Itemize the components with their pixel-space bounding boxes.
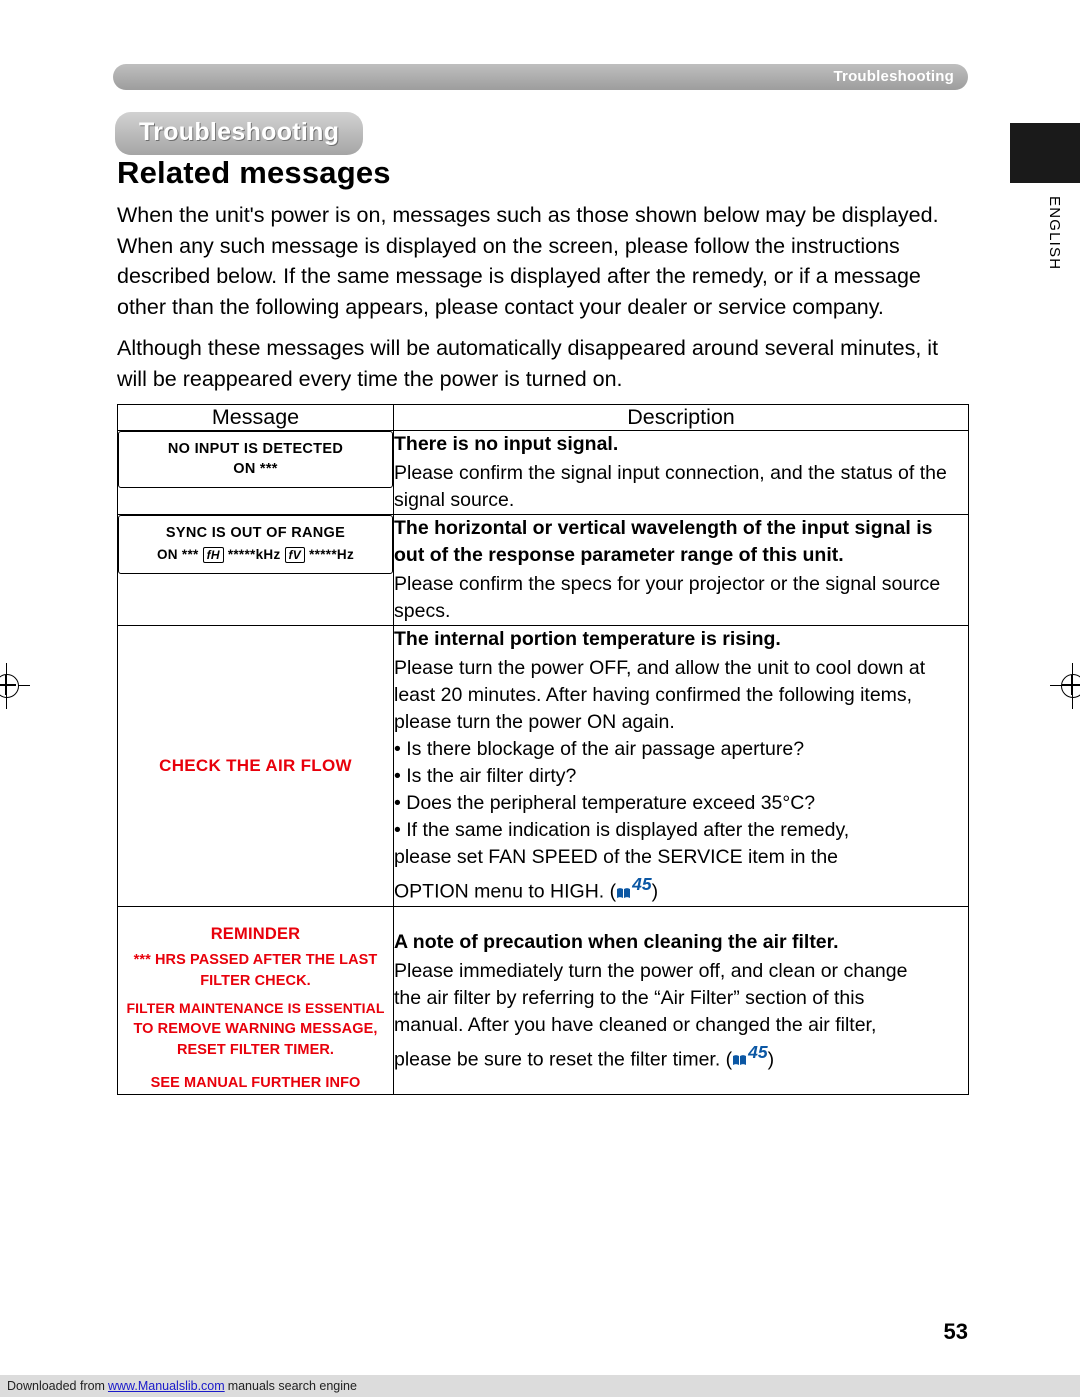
description-cell-sync-out-of-range: The horizontal or vertical wavelength of… bbox=[393, 514, 969, 626]
chapter-title: Troubleshooting bbox=[115, 112, 364, 155]
description-body-line-1: Please immediately turn the power off, a… bbox=[394, 959, 908, 982]
osd-reminder-line: FILTER CHECK. bbox=[200, 972, 311, 989]
description-cell-check-air-flow: The internal portion temperature is risi… bbox=[393, 625, 969, 907]
description-tail-2: OPTION menu to HIGH. ( 45) bbox=[394, 871, 968, 906]
osd-reminder-body: *** HRS PASSED AFTER THE LAST FILTER CHE… bbox=[118, 950, 393, 992]
book-icon bbox=[732, 1047, 747, 1065]
message-cell-check-air-flow: CHECK THE AIR FLOW bbox=[117, 625, 394, 907]
description-body-line-4: please be sure to reset the filter timer… bbox=[394, 1039, 968, 1074]
list-item: • Does the peripheral temperature exceed… bbox=[394, 792, 816, 814]
osd-v-value: *****Hz bbox=[309, 547, 354, 562]
fh-icon: fH bbox=[202, 547, 224, 563]
description-tail-text: OPTION menu to HIGH. ( bbox=[394, 880, 617, 903]
osd-reminder-body-2: FILTER MAINTENANCE IS ESSENTIAL TO REMOV… bbox=[118, 998, 393, 1061]
page-reference: 45 bbox=[616, 871, 652, 898]
osd-line-1: SYNC IS OUT OF RANGE bbox=[165, 525, 346, 541]
intro-paragraph-2: Although these messages will be automati… bbox=[117, 336, 939, 391]
osd-line-2: ON *** fH *****kHz fV *****Hz bbox=[123, 545, 388, 565]
description-cell-reminder: A note of precaution when cleaning the a… bbox=[393, 905, 969, 1095]
description-heading: There is no input signal. bbox=[394, 433, 619, 455]
osd-reminder-line: FILTER MAINTENANCE IS ESSENTIAL bbox=[126, 999, 385, 1016]
book-icon bbox=[616, 880, 631, 898]
description-body: Please confirm the specs for your projec… bbox=[394, 573, 941, 622]
page-title: Related messages bbox=[117, 155, 391, 190]
description-body-line-3: manual. After you have cleaned or change… bbox=[394, 1013, 877, 1036]
download-source-bar: Downloaded from www.Manualslib.com manua… bbox=[0, 1375, 1080, 1397]
message-cell-no-input: NO INPUT IS DETECTED ON *** bbox=[117, 430, 394, 515]
osd-message-box: NO INPUT IS DETECTED ON *** bbox=[118, 431, 393, 488]
running-head-bar: Troubleshooting bbox=[113, 64, 968, 90]
osd-reminder-footer: SEE MANUAL FURTHER INFO bbox=[118, 1073, 393, 1094]
crop-mark-left bbox=[0, 663, 30, 709]
osd-reminder-line: RESET FILTER TIMER. bbox=[176, 1041, 335, 1058]
column-header-message: Message bbox=[117, 404, 394, 431]
table-header-row: Message Description bbox=[117, 404, 969, 431]
description-bullet-list: • Is there blockage of the air passage a… bbox=[394, 736, 968, 844]
running-head-label: Troubleshooting bbox=[833, 68, 954, 85]
table-row: NO INPUT IS DETECTED ON *** There is no … bbox=[117, 430, 969, 515]
message-cell-sync-out-of-range: SYNC IS OUT OF RANGE ON *** fH *****kHz … bbox=[117, 514, 394, 626]
osd-on-prefix: ON *** bbox=[157, 547, 199, 562]
osd-reminder-line: *** HRS PASSED AFTER THE LAST bbox=[133, 951, 378, 968]
message-cell-reminder: REMINDER *** HRS PASSED AFTER THE LAST F… bbox=[117, 905, 394, 1095]
fv-icon: fV bbox=[284, 547, 306, 563]
description-body: Please turn the power OFF, and allow the… bbox=[394, 657, 926, 733]
messages-table: Message Description NO INPUT IS DETECTED… bbox=[117, 404, 969, 1095]
page-number: 53 bbox=[943, 1319, 968, 1344]
osd-h-value: *****kHz bbox=[227, 547, 281, 562]
description-body-text: please be sure to reset the filter timer… bbox=[394, 1048, 733, 1070]
description-tail-close: ) bbox=[651, 880, 659, 903]
description-body-line-2: the air filter by referring to the “Air … bbox=[394, 986, 865, 1009]
osd-line-1: NO INPUT IS DETECTED bbox=[167, 441, 344, 457]
list-item: • Is the air filter dirty? bbox=[394, 765, 577, 787]
description-heading: The internal portion temperature is risi… bbox=[394, 628, 781, 650]
osd-reminder-title: REMINDER bbox=[210, 924, 301, 943]
description-heading: A note of precaution when cleaning the a… bbox=[394, 930, 839, 953]
column-header-description: Description bbox=[393, 404, 969, 431]
language-label: ENGLISH bbox=[1046, 196, 1063, 271]
crop-mark-right bbox=[1050, 663, 1080, 709]
osd-reminder-line: TO REMOVE WARNING MESSAGE, bbox=[133, 1020, 378, 1037]
table-row: REMINDER *** HRS PASSED AFTER THE LAST F… bbox=[117, 905, 969, 1095]
osd-line-2: ON *** bbox=[233, 461, 278, 477]
description-tail-1: please set FAN SPEED of the SERVICE item… bbox=[394, 846, 839, 868]
osd-message-box: SYNC IS OUT OF RANGE ON *** fH *****kHz … bbox=[118, 515, 393, 574]
download-prefix: Downloaded from bbox=[7, 1379, 105, 1393]
description-heading: The horizontal or vertical wavelength of… bbox=[394, 517, 933, 566]
download-suffix: manuals search engine bbox=[227, 1379, 357, 1393]
osd-reminder-line: SEE MANUAL FURTHER INFO bbox=[150, 1074, 361, 1091]
list-item: • Is there blockage of the air passage a… bbox=[394, 738, 805, 760]
page-reference-number: 45 bbox=[748, 1041, 768, 1062]
description-body-close: ) bbox=[767, 1048, 775, 1070]
description-cell-no-input: There is no input signal. Please confirm… bbox=[393, 430, 969, 515]
edge-index-tab bbox=[1010, 123, 1080, 183]
table-row: CHECK THE AIR FLOW The internal portion … bbox=[117, 625, 969, 907]
download-link[interactable]: www.Manualslib.com bbox=[108, 1379, 225, 1393]
page-reference: 45 bbox=[732, 1039, 768, 1066]
intro-paragraph-1: When the unit's power is on, messages su… bbox=[117, 203, 939, 319]
table-row: SYNC IS OUT OF RANGE ON *** fH *****kHz … bbox=[117, 514, 969, 626]
description-body: Please confirm the signal input connecti… bbox=[394, 462, 947, 511]
list-item: • If the same indication is displayed af… bbox=[394, 819, 850, 841]
page-reference-number: 45 bbox=[632, 874, 652, 894]
osd-message-label: CHECK THE AIR FLOW bbox=[159, 755, 352, 775]
